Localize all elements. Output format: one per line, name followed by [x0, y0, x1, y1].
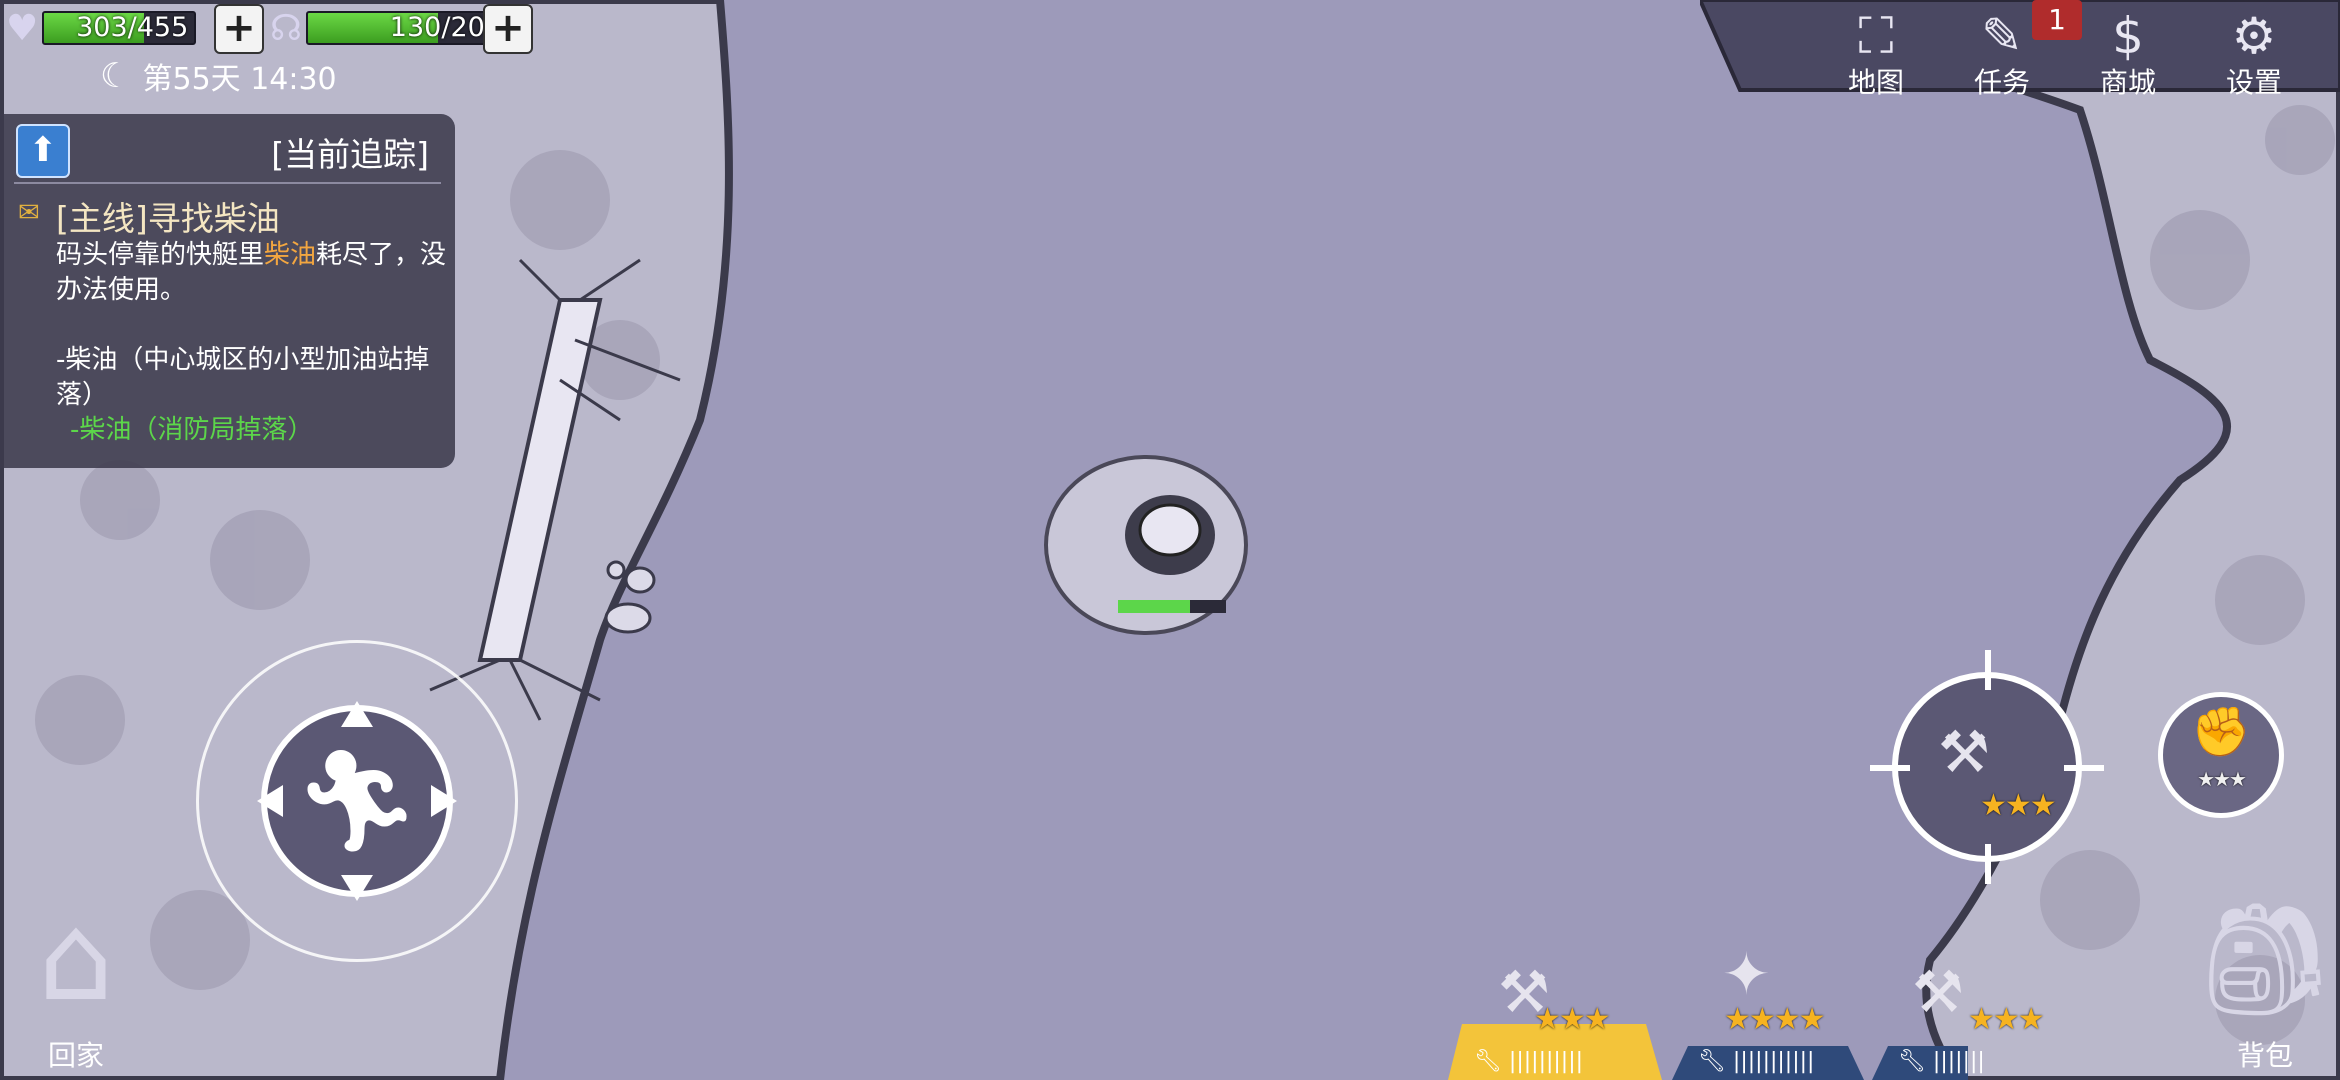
nav-quests-label: 任务: [1973, 66, 2030, 99]
knuckles-icon: ✊: [2191, 704, 2251, 760]
secondary-weapon-button[interactable]: ✊ ★★★: [2158, 692, 2284, 818]
nav-shop[interactable]: $ 商城: [2068, 6, 2188, 100]
bag-label: 背包: [2236, 1039, 2293, 1072]
health-stat: ♥ 303/455: [6, 7, 197, 49]
highlight-item: 柴油: [264, 240, 317, 270]
slot2-stars: ★★★★: [1724, 1002, 1826, 1037]
go-home-button[interactable]: ⌂ 回家: [6, 884, 146, 1080]
nav-shop-label: 商城: [2099, 66, 2156, 99]
home-label: 回家: [47, 1039, 104, 1072]
moon-icon: ☾: [100, 56, 131, 96]
weapon-slot-3[interactable]: ⚒ ★★★ 🔧︎ |||||||: [1872, 958, 2086, 1080]
durability-bar: 🔧︎ |||||||: [1898, 1049, 1985, 1074]
nav-settings-label: 设置: [2225, 66, 2282, 99]
heart-icon: ♥: [6, 7, 39, 49]
nav-settings[interactable]: ⚙ 设置: [2194, 6, 2314, 100]
quest-description: 码头停靠的快艇里柴油耗尽了，没办法使用。 -柴油（中心城区的小型加油站掉落） -…: [56, 238, 448, 448]
map-icon: ⛶: [1858, 7, 1894, 65]
player-character: [1044, 455, 1248, 635]
add-hunger-button[interactable]: +: [483, 4, 533, 54]
backpack-button[interactable]: 🎒︎ 背包: [2190, 884, 2340, 1080]
quest-title: [主线]寻找柴油: [56, 199, 280, 238]
status-bar: ♥ 303/455 + ☊ 130/200 + ☾ 第55天 14:30: [0, 0, 600, 100]
health-bar: 303/455: [42, 11, 197, 45]
collapse-panel-button[interactable]: ⬆: [16, 124, 70, 178]
health-value: 303/455: [76, 12, 189, 43]
slot1-stars: ★★★: [1534, 1002, 1611, 1037]
durability-bar: 🔧︎ |||||||||||: [1698, 1049, 1815, 1074]
divider: [14, 182, 441, 184]
stomach-icon: ☊: [270, 7, 302, 49]
durability-bar: 🔧︎ ||||||||||: [1474, 1049, 1584, 1074]
joystick-arrows: [257, 701, 457, 901]
primary-weapon-stars: ★★★: [1980, 788, 2057, 823]
hunger-stat: ☊ 130/200: [270, 7, 510, 49]
house-icon: ⌂: [37, 889, 115, 1028]
axe-icon: ⚒: [1938, 718, 1990, 786]
nav-map[interactable]: ⛶ 地图: [1816, 6, 1936, 100]
nav-map-label: 地图: [1847, 66, 1904, 99]
attack-button[interactable]: ⚒ ★★★: [1870, 650, 2104, 884]
gear-icon: ⚙: [2231, 7, 2277, 65]
day-label: 第55天 14:30: [142, 62, 337, 97]
hunger-bar: 130/200: [305, 11, 510, 45]
panel-title: [当前追踪]: [271, 135, 429, 174]
shop-icon: $: [2112, 7, 2144, 65]
add-health-button[interactable]: +: [214, 4, 264, 54]
quest-item-1: -柴油（中心城区的小型加油站掉落）: [56, 345, 430, 410]
secondary-weapon-stars: ★★★: [2197, 767, 2247, 791]
crossbow-icon: ✦: [1722, 940, 1771, 1008]
movement-joystick[interactable]: 🏃︎: [196, 640, 518, 962]
hammer-icon: ⚒: [1912, 958, 1964, 1026]
weapon-slot-1[interactable]: ⚒ ★★★ 🔧︎ ||||||||||: [1448, 958, 1662, 1080]
quest-item-2: -柴油（消防局掉落）: [70, 415, 314, 445]
weapon-slot-2[interactable]: ✦ ★★★★ 🔧︎ |||||||||||: [1672, 940, 1864, 1080]
day-time: ☾ 第55天 14:30: [100, 54, 337, 98]
slot3-stars: ★★★: [1968, 1002, 2045, 1037]
backpack-icon: 🎒︎: [2195, 895, 2335, 1023]
quest-scroll-icon: ✉: [18, 198, 40, 228]
quest-tracking-panel[interactable]: ⬆ [当前追踪] ✉ [主线]寻找柴油 码头停靠的快艇里柴油耗尽了，没办法使用。…: [0, 114, 455, 468]
